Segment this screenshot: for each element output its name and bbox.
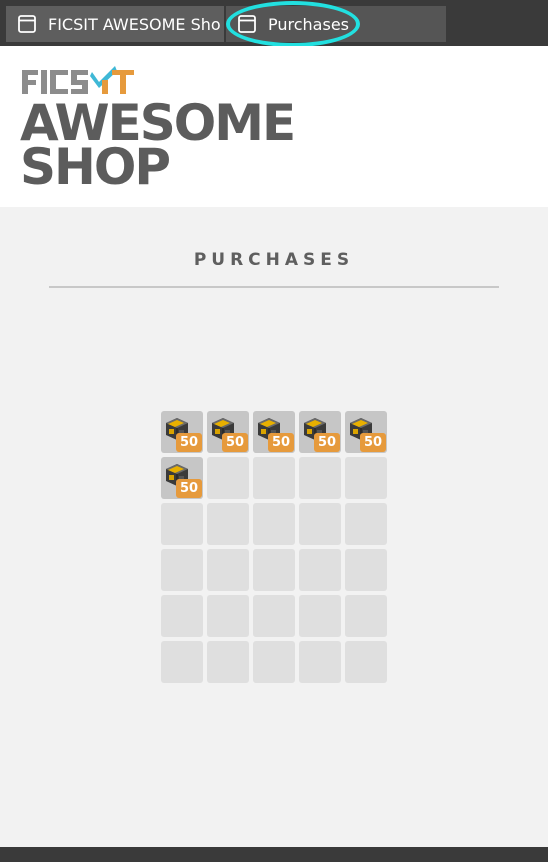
quantity-badge: 50 <box>222 433 248 452</box>
bottom-bar <box>0 847 548 862</box>
inventory-slot-empty[interactable] <box>207 595 249 637</box>
inventory-slot-empty[interactable] <box>345 595 387 637</box>
purchases-inventory-grid: 50 50 50 50 50 50 <box>161 411 387 683</box>
inventory-slot-empty[interactable] <box>253 549 295 591</box>
title-divider <box>49 286 499 288</box>
inventory-slot-empty[interactable] <box>299 641 341 683</box>
inventory-slot-empty[interactable] <box>345 503 387 545</box>
inventory-slot-empty[interactable] <box>299 457 341 499</box>
inventory-slot-empty[interactable] <box>253 457 295 499</box>
quantity-badge: 50 <box>314 433 340 452</box>
inventory-slot-empty[interactable] <box>207 457 249 499</box>
tab-ficsit-awesome-shop[interactable]: FICSIT AWESOME Sho <box>6 6 224 42</box>
inventory-slot-empty[interactable] <box>161 595 203 637</box>
inventory-slot-empty[interactable] <box>161 549 203 591</box>
inventory-slot-filled[interactable]: 50 <box>161 457 203 499</box>
quantity-badge: 50 <box>268 433 294 452</box>
shop-header: AWESOME SHOP <box>0 46 548 207</box>
inventory-slot-empty[interactable] <box>207 549 249 591</box>
tab-label: FICSIT AWESOME Sho <box>48 14 221 34</box>
inventory-slot-empty[interactable] <box>207 503 249 545</box>
inventory-slot-empty[interactable] <box>253 503 295 545</box>
inventory-slot-empty[interactable] <box>299 503 341 545</box>
inventory-slot-filled[interactable]: 50 <box>299 411 341 453</box>
quantity-badge: 50 <box>360 433 386 452</box>
inventory-slot-empty[interactable] <box>299 595 341 637</box>
inventory-slot-empty[interactable] <box>345 457 387 499</box>
window-icon <box>238 15 256 33</box>
logo-text-shop: SHOP <box>20 138 171 196</box>
inventory-slot-empty[interactable] <box>345 549 387 591</box>
inventory-slot-filled[interactable]: 50 <box>345 411 387 453</box>
inventory-slot-empty[interactable] <box>299 549 341 591</box>
ficsit-logo <box>22 66 134 94</box>
tab-bar: FICSIT AWESOME Sho Purchases <box>0 0 548 46</box>
window-icon <box>18 15 36 33</box>
inventory-slot-filled[interactable]: 50 <box>207 411 249 453</box>
page-title: PURCHASES <box>193 250 355 270</box>
inventory-slot-empty[interactable] <box>345 641 387 683</box>
inventory-slot-empty[interactable] <box>161 641 203 683</box>
inventory-slot-empty[interactable] <box>253 641 295 683</box>
inventory-slot-empty[interactable] <box>161 503 203 545</box>
tab-purchases[interactable]: Purchases <box>226 6 446 42</box>
inventory-slot-filled[interactable]: 50 <box>253 411 295 453</box>
inventory-slot-empty[interactable] <box>253 595 295 637</box>
quantity-badge: 50 <box>176 433 202 452</box>
inventory-slot-filled[interactable]: 50 <box>161 411 203 453</box>
quantity-badge: 50 <box>176 479 202 498</box>
tab-label: Purchases <box>268 14 349 34</box>
inventory-slot-empty[interactable] <box>207 641 249 683</box>
